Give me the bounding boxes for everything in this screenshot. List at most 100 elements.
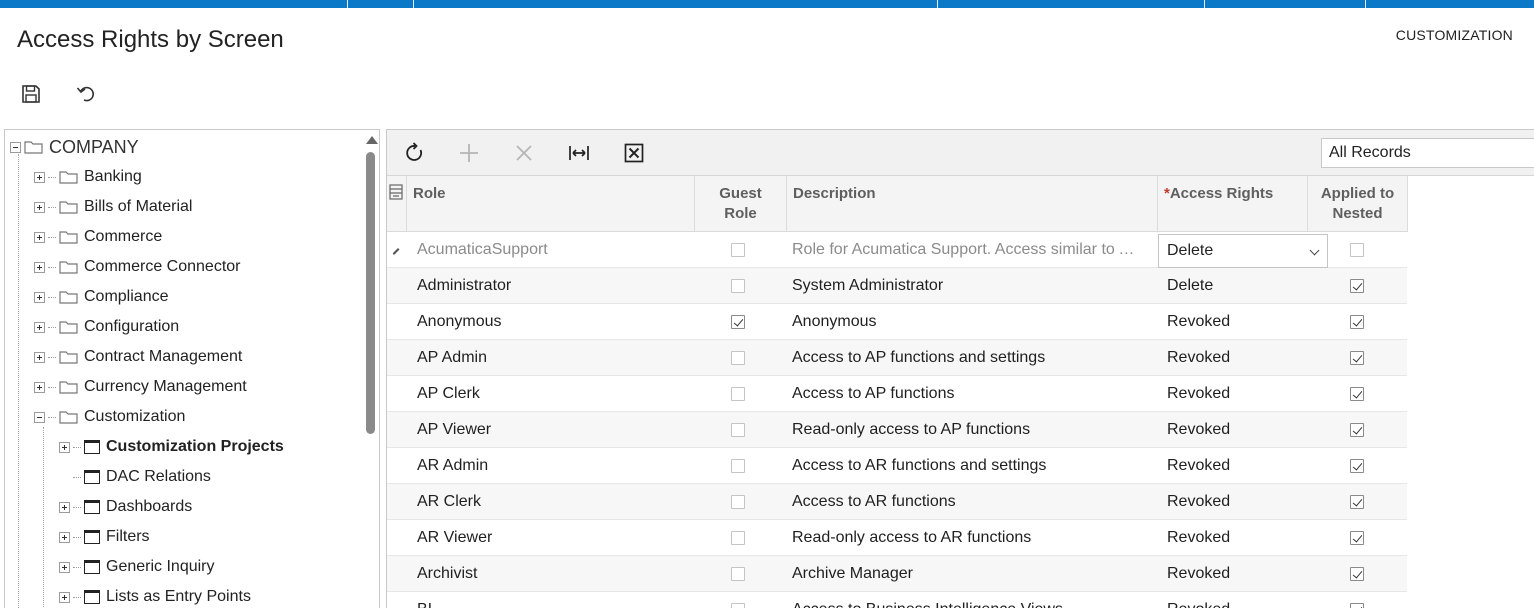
tree-scrollbar[interactable] [363, 130, 379, 608]
collapse-icon[interactable] [34, 411, 45, 423]
cell-description[interactable]: Anonymous [792, 304, 1152, 340]
expand-icon[interactable] [34, 261, 45, 273]
cell-access-rights[interactable]: Revoked [1167, 340, 1307, 376]
applied-to-nested-checkbox[interactable] [1350, 351, 1364, 365]
expand-icon[interactable] [59, 501, 70, 513]
table-row[interactable]: AR Admin Access to AR functions and sett… [387, 448, 1407, 484]
expand-icon[interactable] [59, 441, 70, 453]
applied-to-nested-checkbox[interactable] [1350, 279, 1364, 293]
cell-access-rights[interactable]: Revoked [1167, 448, 1307, 484]
guest-role-checkbox[interactable] [731, 531, 745, 545]
collapse-icon[interactable] [10, 141, 21, 153]
applied-to-nested-checkbox[interactable] [1350, 243, 1364, 257]
cell-description[interactable]: Read-only access to AP functions [792, 412, 1152, 448]
tree-item-currency-management[interactable]: Currency Management [34, 372, 247, 402]
expand-icon[interactable] [59, 561, 70, 573]
cell-role[interactable]: AP Viewer [417, 412, 687, 448]
table-row[interactable]: AcumaticaSupport Role for Acumatica Supp… [387, 232, 1407, 268]
cell-role[interactable]: AR Viewer [417, 520, 687, 556]
tree-item-customization-projects[interactable]: Customization Projects [59, 432, 284, 462]
expand-icon[interactable] [59, 591, 70, 603]
applied-to-nested-checkbox[interactable] [1350, 567, 1364, 581]
applied-to-nested-checkbox[interactable] [1350, 423, 1364, 437]
save-icon[interactable] [20, 83, 42, 105]
cell-access-rights[interactable]: Revoked [1167, 412, 1307, 448]
guest-role-checkbox[interactable] [731, 279, 745, 293]
column-settings-icon[interactable] [387, 176, 407, 232]
cell-role[interactable]: AR Clerk [417, 484, 687, 520]
scroll-up-arrow-icon[interactable] [366, 136, 378, 144]
expand-icon[interactable] [34, 201, 45, 213]
cell-access-rights[interactable]: Revoked [1167, 556, 1307, 592]
guest-role-checkbox[interactable] [731, 243, 745, 257]
expand-icon[interactable] [34, 171, 45, 183]
cell-description[interactable]: Access to AP functions and settings [792, 340, 1152, 376]
column-header-guest-role[interactable]: Guest Role [695, 176, 787, 232]
tree-item-bills-of-material[interactable]: Bills of Material [34, 192, 192, 222]
tree-item-lists-as-entry-points[interactable]: Lists as Entry Points [59, 582, 251, 608]
tree-item-generic-inquiry[interactable]: Generic Inquiry [59, 552, 215, 582]
delete-row-icon[interactable] [513, 142, 535, 164]
expand-icon[interactable] [59, 531, 70, 543]
cell-access-rights[interactable]: Revoked [1167, 484, 1307, 520]
table-row[interactable]: Anonymous Anonymous Revoked [387, 304, 1407, 340]
cell-role[interactable]: Administrator [417, 268, 687, 304]
applied-to-nested-checkbox[interactable] [1350, 495, 1364, 509]
column-header-description[interactable]: Description [787, 176, 1158, 232]
tree-item-contract-management[interactable]: Contract Management [34, 342, 242, 372]
refresh-icon[interactable] [404, 142, 426, 164]
guest-role-checkbox[interactable] [731, 351, 745, 365]
cell-role[interactable]: AP Admin [417, 340, 687, 376]
guest-role-checkbox[interactable] [731, 603, 745, 608]
guest-role-checkbox[interactable] [731, 459, 745, 473]
guest-role-checkbox[interactable] [731, 423, 745, 437]
tree-item-commerce[interactable]: Commerce [34, 222, 162, 252]
tree-item-banking[interactable]: Banking [34, 162, 142, 192]
cell-access-rights[interactable]: Revoked [1167, 376, 1307, 412]
access-rights-dropdown[interactable]: Delete [1158, 234, 1328, 268]
cell-role[interactable]: BI [417, 592, 687, 608]
table-row[interactable]: AP Admin Access to AP functions and sett… [387, 340, 1407, 376]
guest-role-checkbox[interactable] [731, 315, 745, 329]
guest-role-checkbox[interactable] [731, 495, 745, 509]
tree-item-customization[interactable]: Customization [34, 402, 185, 432]
applied-to-nested-checkbox[interactable] [1350, 459, 1364, 473]
cell-description[interactable]: Archive Manager [792, 556, 1152, 592]
tree-item-commerce-connector[interactable]: Commerce Connector [34, 252, 241, 282]
table-row[interactable]: AR Viewer Read-only access to AR functio… [387, 520, 1407, 556]
table-row[interactable]: BI Access to Business Intelligence Views… [387, 592, 1407, 608]
cell-access-rights[interactable]: Revoked [1167, 520, 1307, 556]
column-header-applied-to-nested[interactable]: Applied to Nested [1308, 176, 1408, 232]
undo-icon[interactable] [75, 83, 97, 105]
customization-menu[interactable]: CUSTOMIZATION [1396, 27, 1513, 43]
expand-icon[interactable] [34, 291, 45, 303]
tree-item-configuration[interactable]: Configuration [34, 312, 179, 342]
add-row-icon[interactable] [458, 142, 480, 164]
column-header-role[interactable]: Role [407, 176, 695, 232]
table-row[interactable]: AP Viewer Read-only access to AP functio… [387, 412, 1407, 448]
tree-root[interactable]: COMPANY [10, 132, 139, 162]
expand-icon[interactable] [34, 321, 45, 333]
applied-to-nested-checkbox[interactable] [1350, 531, 1364, 545]
applied-to-nested-checkbox[interactable] [1350, 603, 1364, 608]
cell-description[interactable]: Access to Business Intelligence Views [792, 592, 1152, 608]
cell-role[interactable]: AP Clerk [417, 376, 687, 412]
tree-item-dac-relations[interactable]: DAC Relations [59, 462, 211, 492]
tree-item-compliance[interactable]: Compliance [34, 282, 168, 312]
column-header-access-rights[interactable]: *Access Rights [1158, 176, 1308, 232]
tree-item-dashboards[interactable]: Dashboards [59, 492, 192, 522]
table-row[interactable]: Archivist Archive Manager Revoked [387, 556, 1407, 592]
cell-access-rights[interactable]: Revoked [1167, 304, 1307, 340]
chevron-down-icon[interactable] [1309, 245, 1320, 256]
guest-role-checkbox[interactable] [731, 387, 745, 401]
cell-role[interactable]: Anonymous [417, 304, 687, 340]
scrollbar-thumb[interactable] [366, 152, 375, 434]
cell-role[interactable]: AR Admin [417, 448, 687, 484]
export-to-excel-icon[interactable] [623, 142, 645, 164]
expand-icon[interactable] [34, 351, 45, 363]
guest-role-checkbox[interactable] [731, 567, 745, 581]
cell-description[interactable]: Read-only access to AR functions [792, 520, 1152, 556]
cell-description[interactable]: Access to AP functions [792, 376, 1152, 412]
cell-role[interactable]: Archivist [417, 556, 687, 592]
expand-icon[interactable] [34, 381, 45, 393]
